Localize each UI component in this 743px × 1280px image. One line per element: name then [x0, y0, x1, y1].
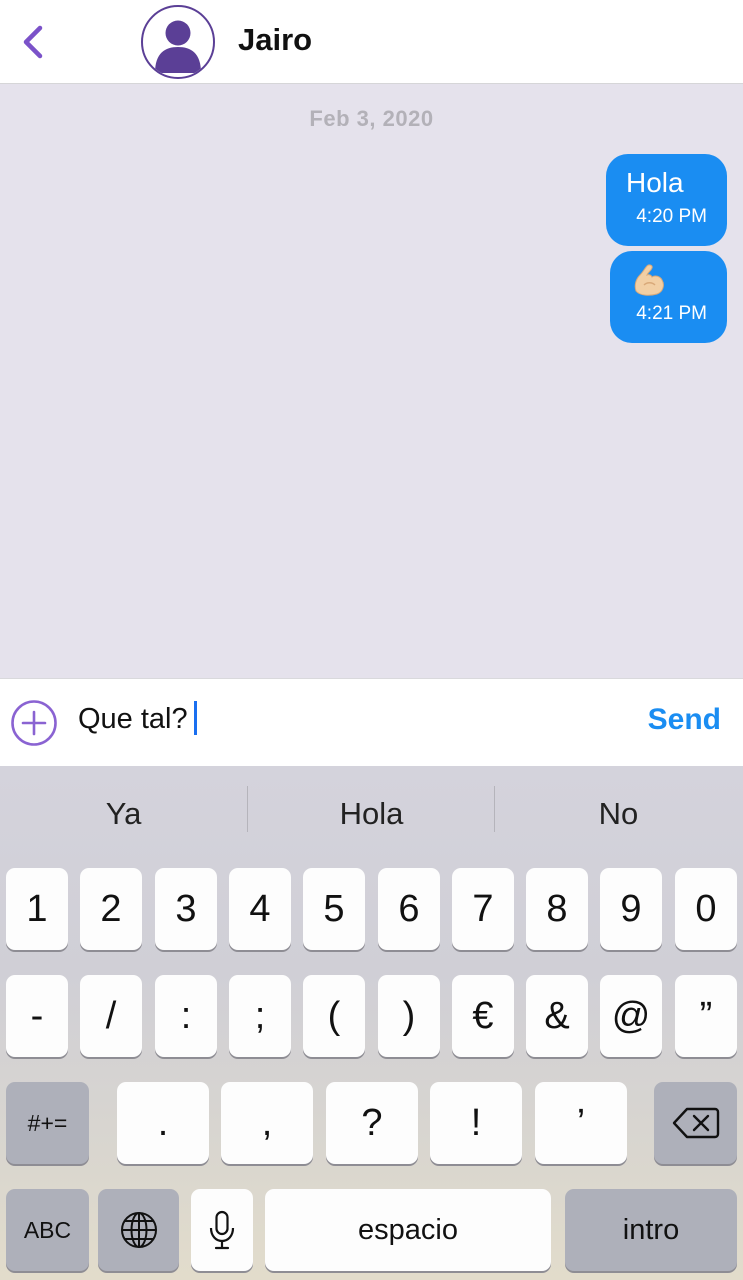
globe-icon	[120, 1212, 157, 1248]
suggestion-bar: Ya Hola No	[0, 766, 743, 862]
date-separator: Feb 3, 2020	[309, 106, 434, 131]
message-bubble[interactable]: Hola 4:20 PM	[606, 154, 727, 246]
key[interactable]: ’	[535, 1082, 627, 1164]
text-cursor	[194, 701, 197, 735]
key[interactable]: @	[600, 975, 662, 1057]
message-list[interactable]: Feb 3, 2020 Hola 4:20 PM 4:21 PM	[0, 84, 743, 678]
key[interactable]: 6	[378, 868, 440, 950]
avatar[interactable]	[141, 5, 215, 79]
suggestion-item[interactable]: Hola	[248, 796, 495, 832]
key[interactable]: -	[6, 975, 68, 1057]
person-icon	[155, 20, 201, 73]
space-key[interactable]: espacio	[265, 1189, 551, 1271]
microphone-icon	[209, 1210, 235, 1250]
plus-circle-icon	[11, 700, 57, 746]
key[interactable]: ”	[675, 975, 737, 1057]
message-text: Hola	[626, 167, 684, 198]
back-button[interactable]	[18, 22, 48, 62]
symbols-toggle-key[interactable]: #+=	[6, 1082, 89, 1164]
backspace-icon	[672, 1107, 719, 1139]
keyboard: Ya Hola No 1 2 3 4 5 6 7 8 9 0 - / : ; (…	[0, 766, 743, 1280]
message-time: 4:21 PM	[636, 303, 707, 324]
key[interactable]: (	[303, 975, 365, 1057]
key[interactable]: 5	[303, 868, 365, 950]
key[interactable]: 9	[600, 868, 662, 950]
key[interactable]: 7	[452, 868, 514, 950]
backspace-key[interactable]	[654, 1082, 737, 1164]
key[interactable]: ?	[326, 1082, 418, 1164]
chat-header: Jairo	[0, 0, 743, 84]
key[interactable]: 2	[80, 868, 142, 950]
abc-key[interactable]: ABC	[6, 1189, 89, 1271]
add-attachment-button[interactable]	[10, 699, 58, 747]
key[interactable]: ,	[221, 1082, 313, 1164]
key[interactable]: /	[80, 975, 142, 1057]
contact-name[interactable]: Jairo	[238, 22, 312, 58]
key[interactable]: .	[117, 1082, 209, 1164]
composer-bar: Send	[0, 678, 743, 766]
suggestion-item[interactable]: Ya	[0, 796, 247, 832]
key[interactable]: 8	[526, 868, 588, 950]
message-time: 4:20 PM	[636, 206, 707, 227]
key[interactable]: )	[378, 975, 440, 1057]
message-bubble[interactable]: 4:21 PM	[610, 251, 727, 343]
globe-key[interactable]	[98, 1189, 179, 1271]
return-key[interactable]: intro	[565, 1189, 737, 1271]
key[interactable]: 4	[229, 868, 291, 950]
key[interactable]: &	[526, 975, 588, 1057]
suggestion-item[interactable]: No	[495, 796, 742, 832]
key[interactable]: :	[155, 975, 217, 1057]
message-emoji	[630, 263, 707, 297]
key[interactable]: €	[452, 975, 514, 1057]
key[interactable]: ;	[229, 975, 291, 1057]
message-input[interactable]	[78, 697, 618, 741]
key[interactable]: 0	[675, 868, 737, 950]
key[interactable]: !	[430, 1082, 522, 1164]
key[interactable]: 3	[155, 868, 217, 950]
send-button[interactable]: Send	[648, 703, 721, 737]
microphone-key[interactable]	[191, 1189, 253, 1271]
key[interactable]: 1	[6, 868, 68, 950]
flexed-biceps-icon	[634, 264, 664, 296]
chevron-left-icon	[23, 25, 43, 59]
